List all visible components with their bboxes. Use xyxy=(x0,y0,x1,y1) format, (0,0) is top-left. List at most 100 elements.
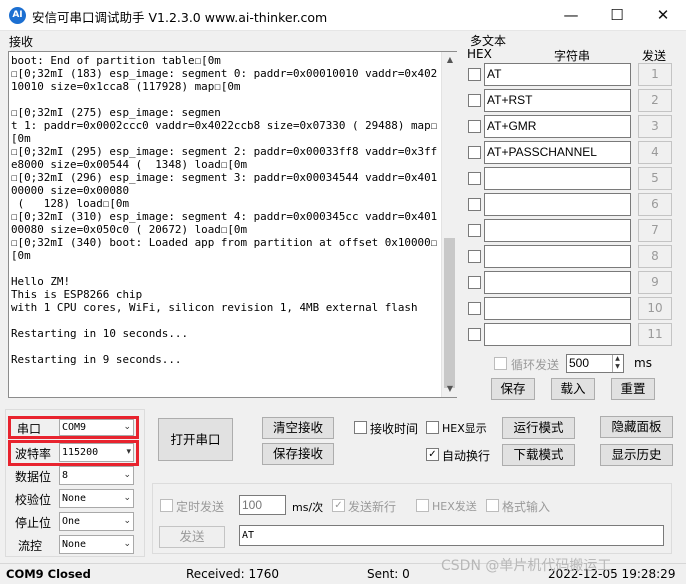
app-logo-icon: AI xyxy=(9,7,26,24)
auto-newline-label: 自动换行 xyxy=(442,449,491,463)
multitext-send-button[interactable]: 2 xyxy=(638,89,672,112)
hex-row-checkbox[interactable] xyxy=(468,276,481,289)
chevron-down-icon: ⌄ xyxy=(123,516,131,526)
receive-textarea[interactable]: boot: End of partition table☐[0m ☐[0;32m… xyxy=(8,51,457,398)
hex-row-checkbox[interactable] xyxy=(468,198,481,211)
multitext-input[interactable]: AT+RST xyxy=(484,89,631,112)
loop-send-label: 循环发送 xyxy=(511,358,560,372)
parity-label: 校验位 xyxy=(15,493,52,507)
hex-row-checkbox[interactable] xyxy=(468,146,481,159)
receive-scrollbar[interactable]: ▲ ▼ xyxy=(441,52,457,397)
timed-interval-input[interactable]: 100 xyxy=(239,495,286,515)
run-mode-button[interactable]: 运行模式 xyxy=(502,417,575,439)
hex-row-checkbox[interactable] xyxy=(468,224,481,237)
multitext-input[interactable] xyxy=(484,219,631,242)
stopbits-select[interactable]: One ⌄ xyxy=(59,512,134,531)
received-count: Received: 1760 xyxy=(186,567,279,581)
hex-row-checkbox[interactable] xyxy=(468,120,481,133)
multitext-send-button[interactable]: 1 xyxy=(638,63,672,86)
hex-row-checkbox[interactable] xyxy=(468,68,481,81)
hex-display-checkbox[interactable] xyxy=(426,421,439,434)
port-select[interactable]: COM9 ⌄ xyxy=(59,419,134,436)
loop-send-checkbox[interactable] xyxy=(494,357,507,370)
auto-newline-checkbox[interactable]: ✓ xyxy=(426,448,439,461)
hex-row-checkbox[interactable] xyxy=(468,250,481,263)
port-status: COM9 Closed xyxy=(6,567,91,581)
send-newline-checkbox[interactable]: ✓ xyxy=(332,499,345,512)
string-column-header: 字符串 xyxy=(554,49,591,63)
send-column-header: 发送 xyxy=(642,49,667,63)
receive-time-label: 接收时间 xyxy=(370,422,419,436)
hex-send-checkbox[interactable] xyxy=(416,499,429,512)
multitext-send-button[interactable]: 3 xyxy=(638,115,672,138)
save-multitext-button[interactable]: 保存 xyxy=(491,378,535,400)
baud-select[interactable]: 115200 ▾ xyxy=(59,443,134,462)
hex-column-header: HEX xyxy=(467,47,492,61)
chevron-down-icon: ⌄ xyxy=(123,470,131,480)
chevron-down-icon: ⌄ xyxy=(123,493,131,503)
format-input-checkbox[interactable] xyxy=(486,499,499,512)
multitext-send-button[interactable]: 11 xyxy=(638,323,672,346)
open-port-button[interactable]: 打开串口 xyxy=(158,418,233,461)
multitext-send-button[interactable]: 8 xyxy=(638,245,672,268)
stopbits-value: One xyxy=(62,516,81,527)
multitext-input[interactable]: AT+PASSCHANNEL xyxy=(484,141,631,164)
multitext-send-button[interactable]: 6 xyxy=(638,193,672,216)
hex-row-checkbox[interactable] xyxy=(468,172,481,185)
timed-send-checkbox[interactable] xyxy=(160,499,173,512)
parity-select[interactable]: None ⌄ xyxy=(59,489,134,508)
reset-multitext-button[interactable]: 重置 xyxy=(611,378,655,400)
multitext-input[interactable] xyxy=(484,271,631,294)
hex-row-checkbox[interactable] xyxy=(468,328,481,341)
multitext-input[interactable] xyxy=(484,323,631,346)
download-mode-button[interactable]: 下载模式 xyxy=(502,444,575,466)
send-input[interactable]: AT xyxy=(239,525,664,546)
title-bar: AI 安信可串口调试助手 V1.2.3.0 www.ai-thinker.com… xyxy=(0,0,686,31)
hide-panel-button[interactable]: 隐藏面板 xyxy=(600,416,673,438)
checkmark-icon: ✓ xyxy=(334,500,343,511)
clear-receive-button[interactable]: 清空接收 xyxy=(262,417,334,439)
hex-send-label: HEX发送 xyxy=(432,500,477,513)
minimize-button[interactable]: — xyxy=(548,0,594,31)
chevron-down-icon: ⌄ xyxy=(123,422,131,432)
receive-time-checkbox[interactable] xyxy=(354,421,367,434)
save-receive-button[interactable]: 保存接收 xyxy=(262,443,334,465)
scroll-up-icon[interactable]: ▲ xyxy=(442,52,458,68)
databits-value: 8 xyxy=(62,470,69,481)
flow-value: None xyxy=(62,539,87,550)
multitext-send-button[interactable]: 10 xyxy=(638,297,672,320)
multitext-input[interactable]: AT+GMR xyxy=(484,115,631,138)
csdn-watermark: CSDN @单片机代码搬运工 xyxy=(441,558,612,574)
send-button[interactable]: 发送 xyxy=(159,526,225,548)
port-value: COM9 xyxy=(62,422,87,433)
multitext-input[interactable] xyxy=(484,193,631,216)
close-button[interactable]: ✕ xyxy=(640,0,686,31)
multitext-send-button[interactable]: 4 xyxy=(638,141,672,164)
hex-row-checkbox[interactable] xyxy=(468,302,481,315)
baud-value: 115200 xyxy=(62,447,99,458)
chevron-down-icon: ⌄ xyxy=(123,539,131,549)
multitext-input[interactable]: AT xyxy=(484,63,631,86)
hex-row-checkbox[interactable] xyxy=(468,94,481,107)
scroll-down-icon[interactable]: ▼ xyxy=(442,381,458,397)
scroll-thumb[interactable] xyxy=(444,238,455,388)
maximize-button[interactable]: ☐ xyxy=(594,0,640,31)
stopbits-label: 停止位 xyxy=(15,516,52,530)
flow-label: 流控 xyxy=(18,539,43,553)
load-multitext-button[interactable]: 载入 xyxy=(551,378,595,400)
multitext-input[interactable] xyxy=(484,167,631,190)
flow-select[interactable]: None ⌄ xyxy=(59,535,134,554)
interval-unit: ms xyxy=(634,356,652,370)
databits-label: 数据位 xyxy=(15,470,52,484)
interval-spinner[interactable]: ▲ ▼ xyxy=(612,355,622,372)
multitext-send-button[interactable]: 9 xyxy=(638,271,672,294)
show-history-button[interactable]: 显示历史 xyxy=(600,444,673,466)
multitext-send-button[interactable]: 5 xyxy=(638,167,672,190)
databits-select[interactable]: 8 ⌄ xyxy=(59,466,134,485)
multitext-input[interactable] xyxy=(484,245,631,268)
port-label: 串口 xyxy=(17,422,42,436)
window-title: 安信可串口调试助手 V1.2.3.0 www.ai-thinker.com xyxy=(32,10,328,25)
timed-unit: ms/次 xyxy=(292,501,324,514)
multitext-send-button[interactable]: 7 xyxy=(638,219,672,242)
multitext-input[interactable] xyxy=(484,297,631,320)
